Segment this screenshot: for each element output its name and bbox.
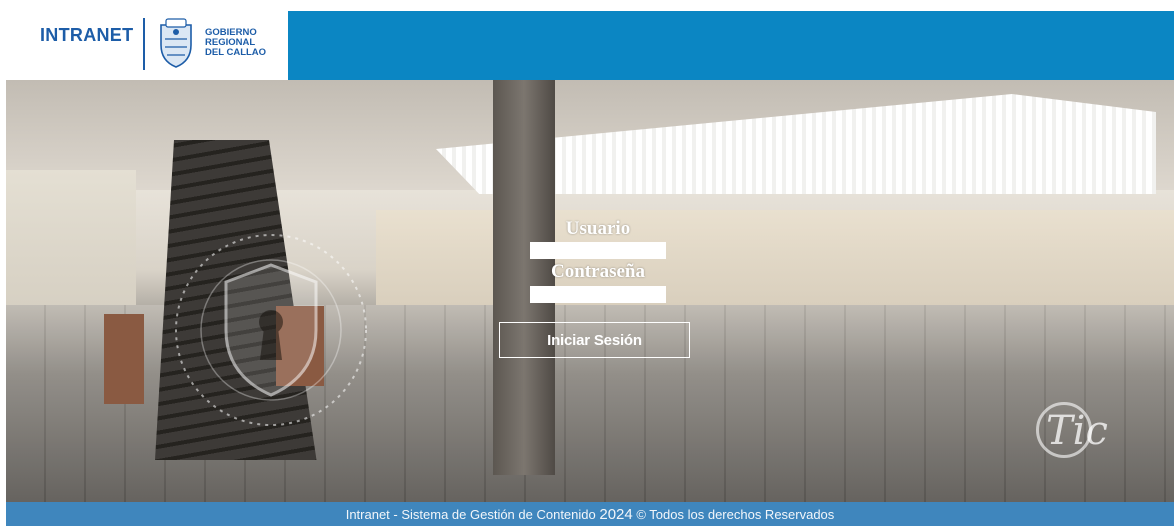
logo-divider <box>143 18 145 70</box>
footer-copyright: © Todos los derechos Reservados <box>632 507 835 522</box>
footer: Intranet - Sistema de Gestión de Conteni… <box>6 502 1174 526</box>
header-banner <box>288 11 1174 80</box>
username-label: Usuario <box>565 218 631 239</box>
shield-keyhole-icon <box>175 234 367 426</box>
tic-watermark-logo: Tic <box>1036 400 1108 460</box>
password-label: Contraseña <box>551 261 645 282</box>
password-input[interactable] <box>530 286 666 303</box>
org-name: GOBIERNO REGIONAL DEL CALLAO <box>205 27 267 58</box>
login-button[interactable]: Iniciar Sesión <box>499 322 690 358</box>
header: INTRANET GOBIERNO REGIONAL DEL CALLAO <box>0 0 1174 80</box>
footer-year: 2024 <box>599 506 633 523</box>
footer-text: Intranet - Sistema de Gestión de Conteni… <box>345 507 600 522</box>
stair-rail <box>104 314 144 404</box>
username-input[interactable] <box>530 242 666 259</box>
app-name: INTRANET <box>40 25 134 45</box>
regional-seal-icon <box>160 18 192 68</box>
